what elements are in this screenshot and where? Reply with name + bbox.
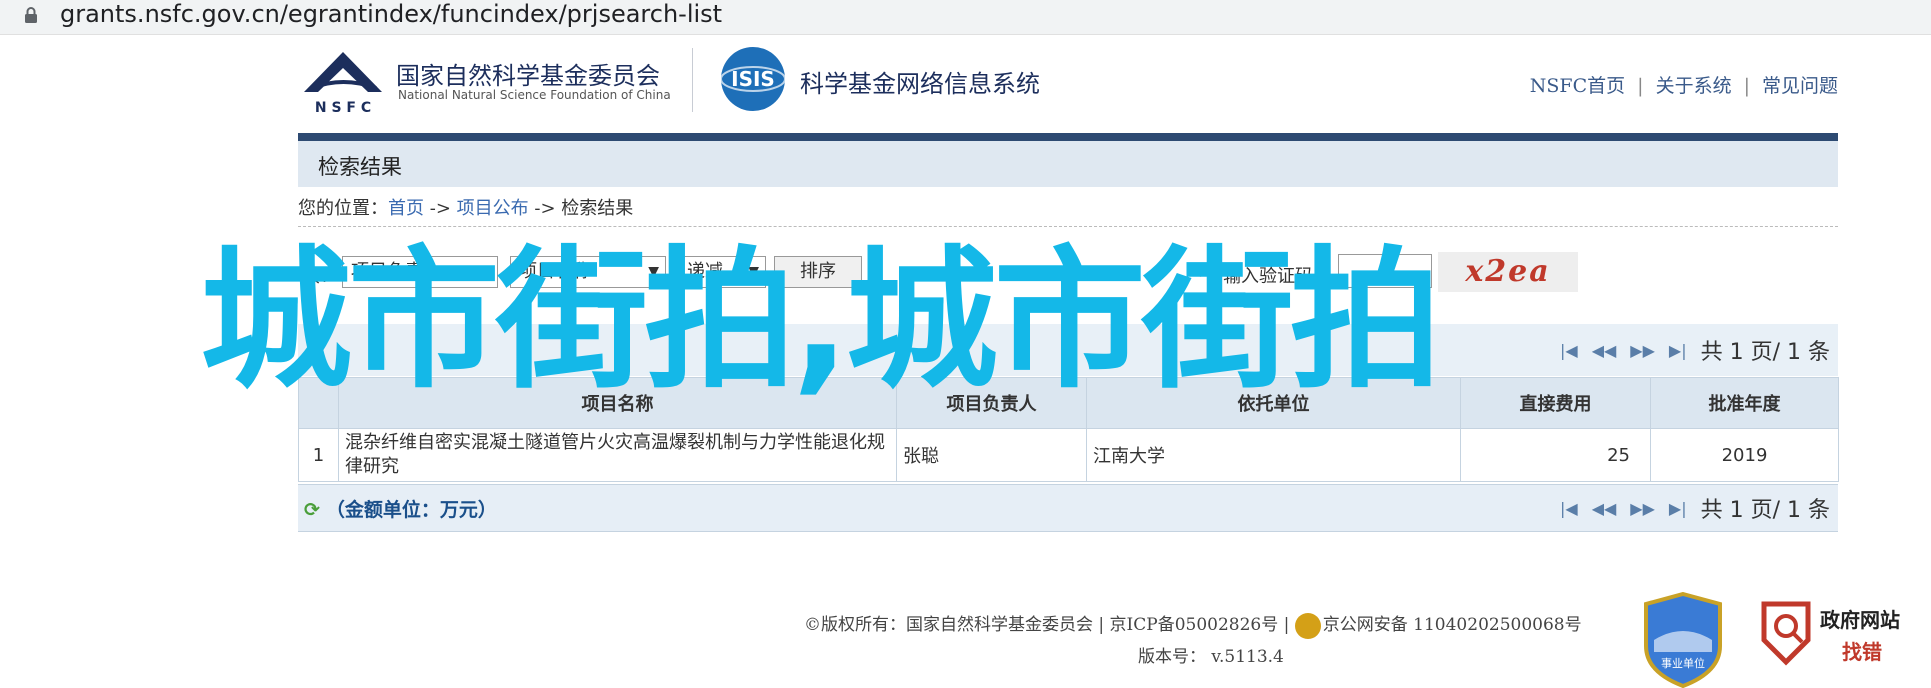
magnifier-icon [1761, 601, 1811, 666]
top-links: NSFC首页 | 关于系统 | 常见问题 [1529, 75, 1838, 97]
breadcrumb-home[interactable]: 首页 [388, 198, 424, 219]
lock-icon [25, 7, 37, 23]
first-page-icon[interactable]: |◀ [1560, 341, 1578, 360]
next-page-icon[interactable]: ▶▶ [1630, 341, 1655, 360]
captcha-image[interactable]: x2ea [1438, 252, 1578, 292]
section-title: 检索结果 [318, 155, 402, 179]
pager-text: 共 1 页/ 1 条 [1700, 340, 1830, 365]
breadcrumb-arrow: -> [534, 198, 556, 219]
table-row[interactable]: 1 混杂纤维自密实混凝土隧道管片火灾高温爆裂机制与力学性能退化规律研究 张聪 江… [298, 428, 1839, 482]
prev-page-icon[interactable]: ◀◀ [1592, 341, 1617, 360]
nsfc-name-en: National Natural Science Foundation of C… [398, 88, 671, 102]
breadcrumb-current: 检索结果 [561, 198, 634, 219]
amount-unit-note: ⟳ （金额单位：万元） [304, 499, 497, 521]
police-record-link[interactable]: 京公网安备 11040202500068号 [1323, 615, 1582, 635]
svg-text:N S F C: N S F C [315, 100, 371, 116]
link-nsfc-home[interactable]: NSFC首页 [1530, 75, 1625, 97]
overlay-watermark-text: 城市街拍,城市街拍 [200, 232, 1442, 409]
public-institution-shield-icon[interactable]: 事业单位 [1642, 592, 1724, 688]
pager-nav: |◀ ◀◀ ▶▶ ▶| 共 1 页/ 1 条 [1560, 485, 1830, 531]
svg-text:ISIS: ISIS [731, 67, 775, 91]
row-project-name[interactable]: 混杂纤维自密实混凝土隧道管片火灾高温爆裂机制与力学性能退化规律研究 [338, 428, 897, 482]
next-page-icon[interactable]: ▶▶ [1630, 499, 1655, 518]
breadcrumb-arrow: -> [429, 198, 451, 219]
row-index: 1 [298, 428, 339, 482]
police-badge-icon [1294, 612, 1321, 639]
gov-site-error-report[interactable]: 政府网站 找错 [1758, 596, 1918, 676]
pager-nav: |◀ ◀◀ ▶▶ ▶| 共 1 页/ 1 条 [1560, 324, 1830, 376]
col-header-year[interactable]: 批准年度 [1650, 377, 1839, 429]
last-page-icon[interactable]: ▶| [1669, 341, 1687, 360]
isis-logo-icon: ISIS [720, 47, 786, 111]
url-text[interactable]: grants.nsfc.gov.cn/egrantindex/funcindex… [60, 0, 722, 28]
col-header-cost[interactable]: 直接费用 [1460, 377, 1651, 429]
breadcrumb: 您的位置：首页 -> 项目公布 -> 检索结果 [298, 192, 1838, 227]
nsfc-logo-icon[interactable]: N S F C [298, 46, 388, 116]
header-divider [692, 48, 693, 112]
system-title: 科学基金网络信息系统 [800, 70, 1040, 98]
header-accent-bar [298, 133, 1838, 141]
breadcrumb-project[interactable]: 项目公布 [457, 198, 529, 219]
find-error-label: 找错 [1842, 640, 1882, 664]
pager-bottom: ⟳ （金额单位：万元） |◀ ◀◀ ▶▶ ▶| 共 1 页/ 1 条 [298, 484, 1838, 532]
first-page-icon[interactable]: |◀ [1560, 499, 1578, 518]
section-header: 检索结果 [298, 141, 1838, 187]
browser-url-bar[interactable]: grants.nsfc.gov.cn/egrantindex/funcindex… [0, 0, 1931, 35]
nsfc-name-cn: 国家自然科学基金委员会 [396, 62, 660, 90]
row-leader: 张聪 [896, 428, 1087, 482]
site-header: N S F C 国家自然科学基金委员会 National Natural Sci… [298, 36, 1838, 130]
gov-site-label: 政府网站 [1820, 608, 1900, 632]
row-year: 2019 [1650, 428, 1839, 482]
row-org: 江南大学 [1086, 428, 1461, 482]
last-page-icon[interactable]: ▶| [1669, 499, 1687, 518]
copyright-line: ©版权所有：国家自然科学基金委员会 | 京ICP备05002826号 | 京公网… [804, 610, 1582, 639]
version-text: 版本号： v.5113.4 [1138, 647, 1284, 667]
link-faq[interactable]: 常见问题 [1762, 75, 1838, 97]
svg-text:事业单位: 事业单位 [1661, 656, 1705, 670]
link-about-system[interactable]: 关于系统 [1656, 75, 1732, 97]
pager-text: 共 1 页/ 1 条 [1700, 498, 1830, 523]
row-cost: 25 [1460, 428, 1651, 482]
prev-page-icon[interactable]: ◀◀ [1592, 499, 1617, 518]
breadcrumb-prefix: 您的位置： [298, 198, 388, 219]
money-icon: ⟳ [304, 499, 320, 521]
